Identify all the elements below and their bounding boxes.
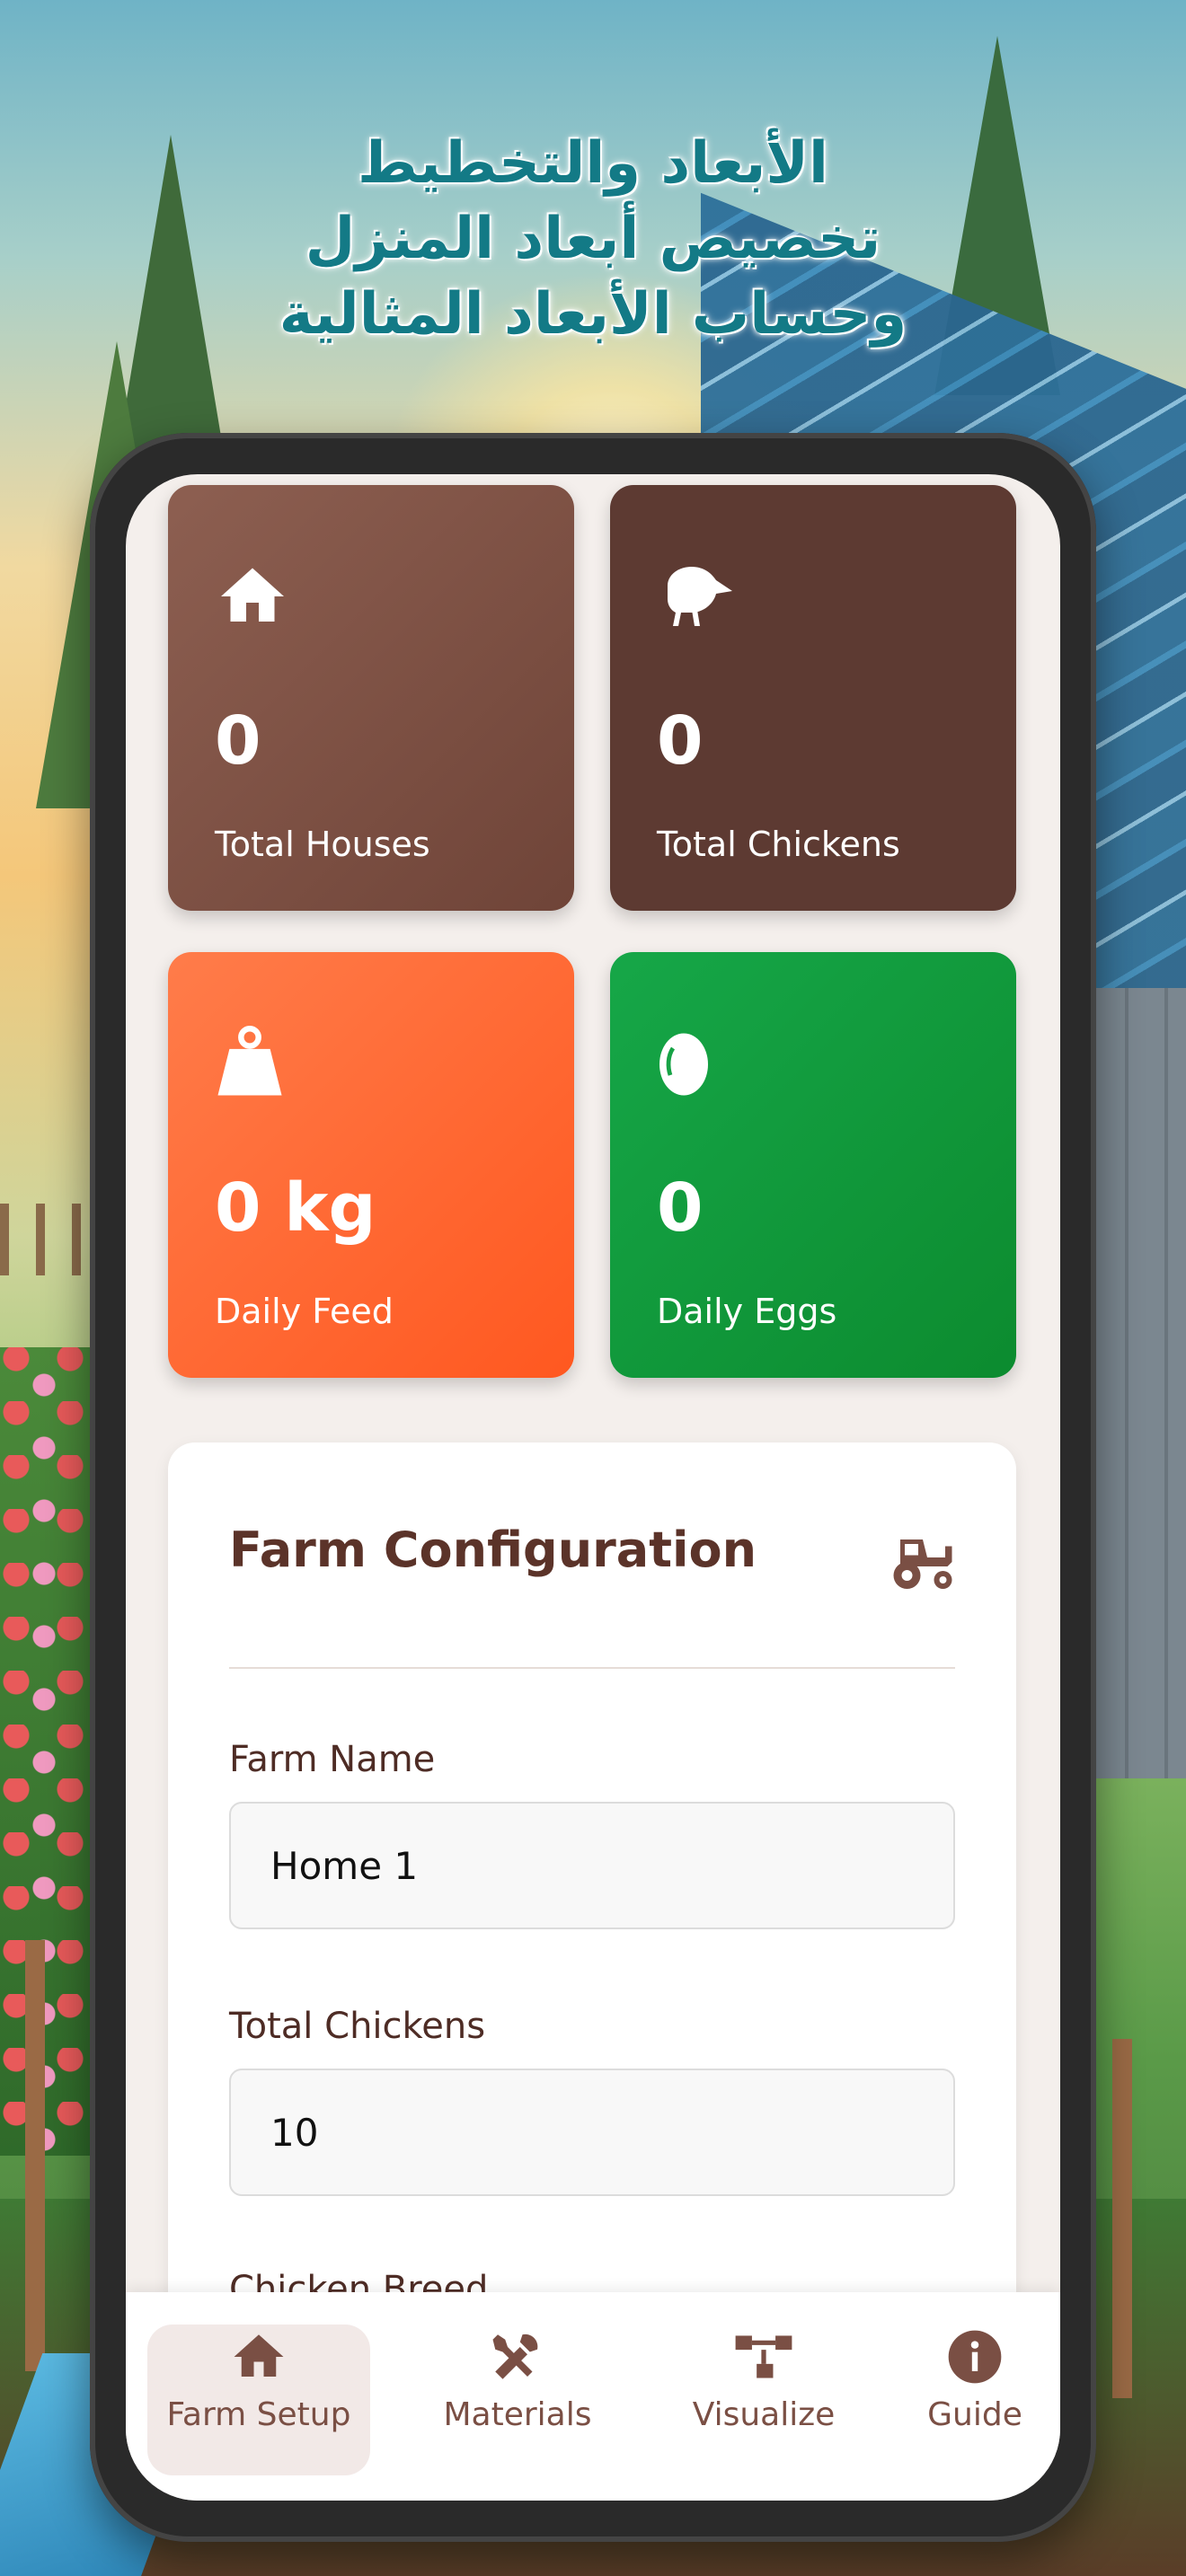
stat-card-daily-feed: 0 kg Daily Feed <box>168 952 574 1378</box>
app-screen: 0 Total Houses 0 Total Chickens 0 kg Dai… <box>126 474 1060 2501</box>
info-icon <box>946 2328 1004 2394</box>
headline: الأبعاد والتخطيط تخصيص أبعاد المنزل وحسا… <box>0 126 1186 352</box>
nav-item-materials[interactable]: Materials <box>410 2325 625 2475</box>
stat-label: Daily Eggs <box>657 1292 837 1331</box>
farm-configuration-card: Farm Configuration Farm Name Total Chick… <box>168 1442 1016 2430</box>
stat-value: 0 <box>215 702 261 780</box>
stat-value: 0 kg <box>215 1169 376 1247</box>
stat-card-total-houses: 0 Total Houses <box>168 485 574 911</box>
house-icon <box>227 2327 290 2395</box>
stat-value: 0 <box>657 1169 704 1247</box>
headline-line-2: تخصيص أبعاد المنزل <box>305 206 881 272</box>
diagram-icon <box>733 2330 794 2392</box>
nav-label: Farm Setup <box>166 2396 351 2433</box>
tools-icon <box>488 2327 547 2395</box>
divider <box>229 1667 955 1669</box>
weight-icon <box>215 1026 285 1105</box>
chicken-icon <box>657 559 738 638</box>
nav-label: Visualize <box>692 2396 836 2433</box>
headline-line-3: وحساب الأبعاد المثالية <box>279 281 907 348</box>
tractor-icon <box>887 1531 959 1597</box>
stat-label: Daily Feed <box>215 1292 394 1331</box>
card-title: Farm Configuration <box>229 1522 757 1578</box>
stat-value: 0 <box>657 702 704 780</box>
stat-card-total-chickens: 0 Total Chickens <box>610 485 1016 911</box>
egg-icon <box>657 1026 711 1101</box>
farm-name-input[interactable] <box>229 1802 955 1929</box>
house-icon <box>215 559 290 638</box>
nav-item-farm-setup[interactable]: Farm Setup <box>147 2325 370 2475</box>
stat-label: Total Houses <box>215 825 430 864</box>
nav-item-visualize[interactable]: Visualize <box>647 2325 881 2475</box>
total-chickens-input[interactable] <box>229 2069 955 2196</box>
bottom-nav: Farm Setup Materials Visualize Guide <box>126 2292 1060 2501</box>
headline-line-1: الأبعاد والتخطيط <box>358 130 828 197</box>
stat-label: Total Chickens <box>657 825 900 864</box>
nav-label: Materials <box>443 2396 592 2433</box>
total-chickens-label: Total Chickens <box>229 2006 486 2047</box>
stat-card-daily-eggs: 0 Daily Eggs <box>610 952 1016 1378</box>
farm-name-label: Farm Name <box>229 1739 436 1780</box>
nav-item-guide[interactable]: Guide <box>907 2325 1042 2475</box>
nav-label: Guide <box>927 2396 1022 2433</box>
